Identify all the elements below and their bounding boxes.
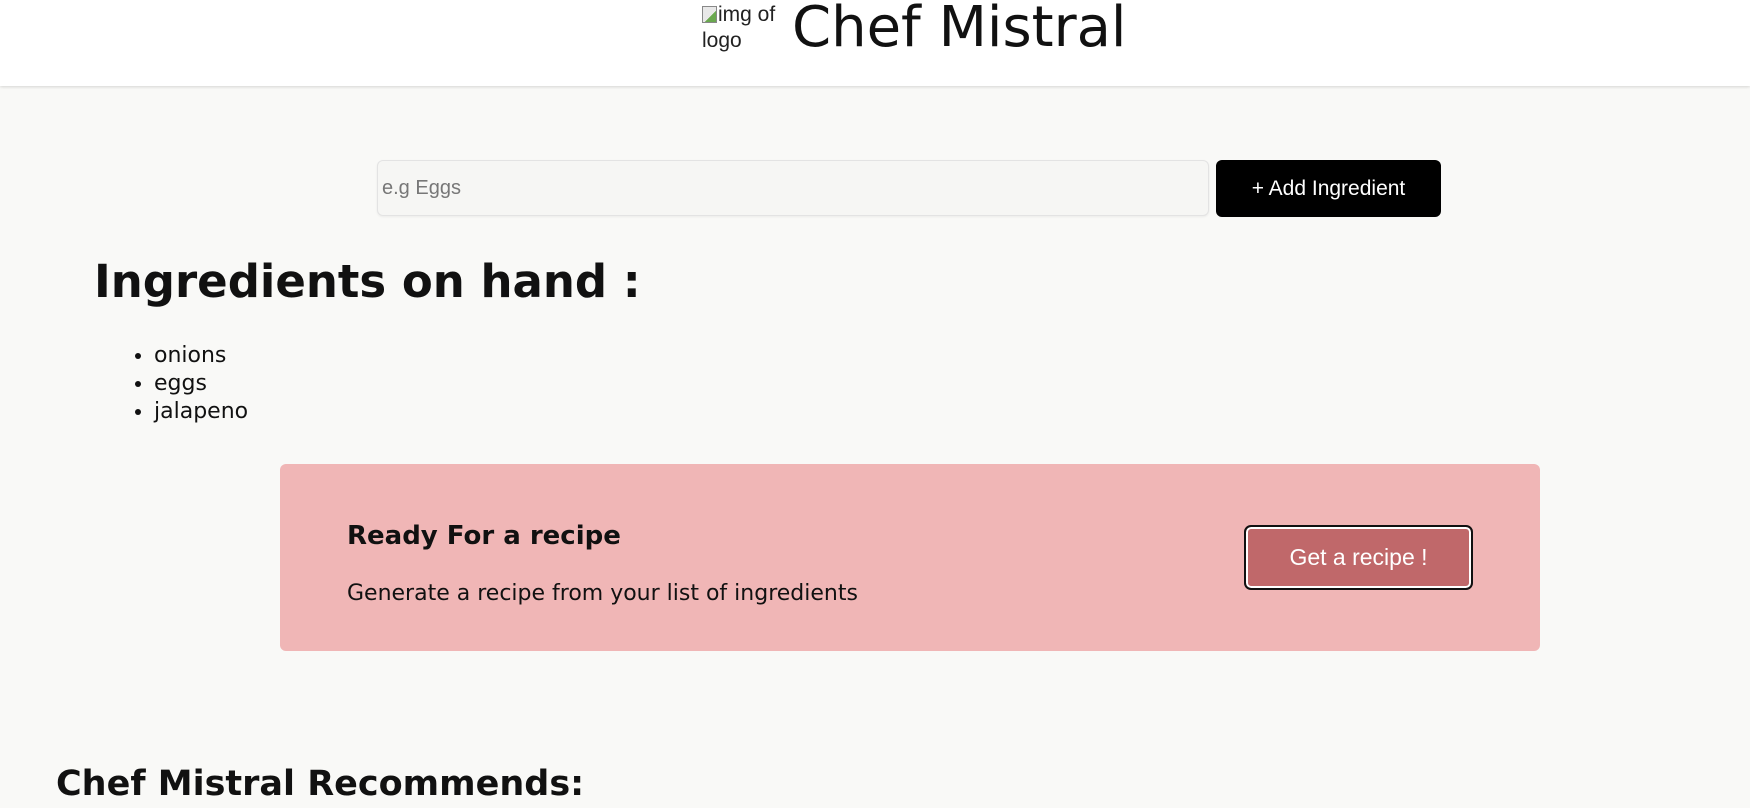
add-ingredient-button[interactable]: + Add Ingredient: [1216, 160, 1441, 217]
recommends-heading: Chef Mistral Recommends:: [56, 764, 585, 804]
list-item: jalapeno: [154, 398, 248, 426]
card-subtitle: Generate a recipe from your list of ingr…: [347, 581, 858, 606]
site-title: Chef Mistral: [792, 0, 1127, 60]
list-item: eggs: [154, 370, 248, 398]
broken-image-icon: [702, 6, 717, 23]
ingredient-list: onions eggs jalapeno: [130, 342, 248, 426]
site-header: img of logo Chef Mistral: [0, 0, 1750, 86]
ingredients-heading: Ingredients on hand :: [94, 255, 641, 308]
card-title: Ready For a recipe: [347, 521, 621, 551]
logo-image-broken: img of logo: [702, 2, 778, 58]
ingredient-input[interactable]: [377, 160, 1209, 216]
get-recipe-card: Ready For a recipe Generate a recipe fro…: [280, 464, 1540, 651]
list-item: onions: [154, 342, 248, 370]
get-recipe-button[interactable]: Get a recipe !: [1244, 525, 1473, 590]
